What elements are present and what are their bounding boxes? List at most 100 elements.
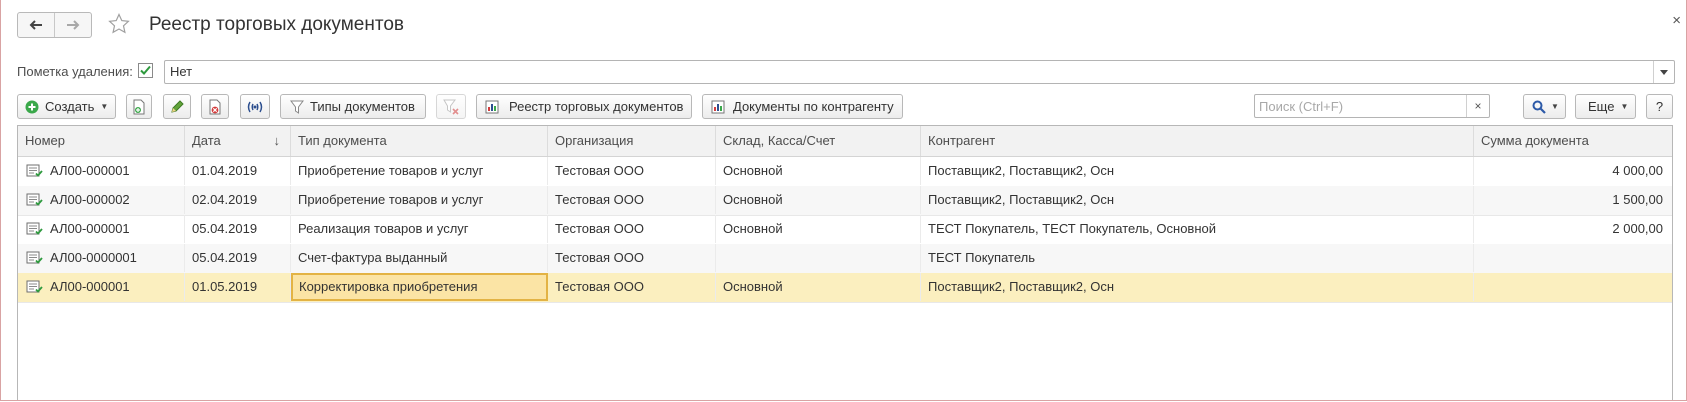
table-row[interactable]: АЛ00-000001 01.05.2019 Корректировка приоб… bbox=[18, 273, 1672, 303]
cell-text: Корректировка приобретения bbox=[299, 279, 478, 294]
by-counterparty-label: Документы по контрагенту bbox=[733, 99, 894, 114]
cell-doc-type: Счет-фактура выданный bbox=[291, 244, 548, 272]
deletion-mark-checkbox[interactable] bbox=[138, 63, 153, 78]
cell-counterparty: Поставщик2, Поставщик2, Осн bbox=[921, 273, 1474, 301]
by-counterparty-report-button[interactable]: Документы по контрагенту bbox=[702, 94, 903, 119]
report-icon bbox=[485, 100, 499, 114]
cell-number: АЛ00-000001 bbox=[18, 157, 185, 185]
close-icon[interactable]: × bbox=[1672, 12, 1681, 29]
cell-date: 01.04.2019 bbox=[185, 157, 291, 185]
search-button[interactable]: ▼ bbox=[1523, 94, 1566, 119]
deletion-mark-label: Пометка удаления: bbox=[17, 64, 133, 79]
clear-filter-icon bbox=[443, 99, 459, 115]
more-button[interactable]: Еще ▼ bbox=[1575, 94, 1636, 119]
pencil-icon bbox=[170, 100, 184, 113]
search-input[interactable] bbox=[1259, 97, 1459, 115]
cell-text: 1 500,00 bbox=[1612, 192, 1663, 207]
cell-counterparty: ТЕСТ Покупатель, ТЕСТ Покупатель, Основн… bbox=[921, 215, 1474, 243]
cell-text: ТЕСТ Покупатель, ТЕСТ Покупатель, Основн… bbox=[928, 221, 1216, 236]
chevron-down-icon: ▼ bbox=[100, 102, 109, 111]
table-row[interactable]: АЛ00-000001 01.04.2019 Приобретение товаро… bbox=[18, 157, 1672, 187]
cell-text: 4 000,00 bbox=[1612, 163, 1663, 178]
post-button[interactable] bbox=[240, 94, 270, 119]
cell-text: Тестовая ООО bbox=[555, 221, 644, 236]
cell-text: АЛ00-000002 bbox=[50, 192, 130, 207]
cell-counterparty: ТЕСТ Покупатель bbox=[921, 244, 1474, 272]
search-field[interactable]: × bbox=[1254, 94, 1490, 118]
favorite-star-icon[interactable] bbox=[107, 12, 131, 36]
document-types-label: Типы документов bbox=[310, 99, 415, 114]
navigation-buttons bbox=[17, 12, 92, 38]
cell-number: АЛ00-000001 bbox=[18, 215, 185, 243]
cell-text: Тестовая ООО bbox=[555, 163, 644, 178]
cell-amount: 1 500,00 bbox=[1474, 186, 1672, 214]
cell-warehouse: Основной bbox=[716, 215, 921, 243]
edit-button[interactable] bbox=[163, 94, 191, 119]
cell-text: Основной bbox=[723, 279, 783, 294]
cell-warehouse bbox=[716, 244, 921, 272]
cell-organization: Тестовая ООО bbox=[548, 186, 716, 214]
cell-date: 05.04.2019 bbox=[185, 244, 291, 272]
search-clear-button[interactable]: × bbox=[1466, 95, 1489, 117]
posted-document-icon bbox=[26, 164, 43, 177]
column-header-date-label: Дата bbox=[192, 133, 221, 148]
cell-warehouse: Основной bbox=[716, 186, 921, 214]
cell-date: 02.04.2019 bbox=[185, 186, 291, 214]
cell-date: 01.05.2019 bbox=[185, 273, 291, 301]
cell-text: АЛ00-000001 bbox=[50, 163, 130, 178]
registry-report-button[interactable]: Реестр торговых документов bbox=[476, 94, 692, 119]
cell-organization: Тестовая ООО bbox=[548, 215, 716, 243]
back-button[interactable] bbox=[18, 13, 54, 37]
cell-text: 2 000,00 bbox=[1612, 221, 1663, 236]
cell-doc-type: Реализация товаров и услуг bbox=[291, 215, 548, 243]
help-button[interactable]: ? bbox=[1646, 94, 1673, 119]
cell-text: Поставщик2, Поставщик2, Осн bbox=[928, 279, 1115, 294]
cell-counterparty: Поставщик2, Поставщик2, Осн bbox=[921, 157, 1474, 185]
page-title: Реестр торговых документов bbox=[149, 14, 404, 35]
more-button-label: Еще bbox=[1588, 99, 1615, 114]
table-row[interactable]: АЛ00-000002 02.04.2019 Приобретение товаро… bbox=[18, 186, 1672, 216]
cell-text: Основной bbox=[723, 221, 783, 236]
cell-text: Поставщик2, Поставщик2, Осн bbox=[928, 192, 1115, 207]
deletion-mark-value: Нет bbox=[170, 64, 193, 79]
cell-text: 01.05.2019 bbox=[192, 279, 258, 294]
cell-text: АЛ00-000001 bbox=[50, 221, 130, 236]
table-row[interactable]: АЛ00-0000001 05.04.2019 Счет-фактура выдан… bbox=[18, 244, 1672, 274]
table-header: Номер Дата ↓ Тип документа Организация С… bbox=[18, 126, 1672, 157]
column-header-counterparty[interactable]: Контрагент bbox=[921, 126, 1474, 156]
cell-doc-type: Приобретение товаров и услуг bbox=[291, 157, 548, 185]
mark-delete-button[interactable] bbox=[201, 94, 229, 119]
column-header-doc-type[interactable]: Тип документа bbox=[291, 126, 548, 156]
column-header-amount[interactable]: Сумма документа bbox=[1474, 126, 1672, 156]
column-header-warehouse[interactable]: Склад, Касса/Счет bbox=[716, 126, 921, 156]
chevron-down-icon: ▼ bbox=[1620, 102, 1629, 111]
cell-text: 05.04.2019 bbox=[192, 221, 258, 236]
copy-button[interactable] bbox=[126, 94, 152, 119]
copy-document-icon bbox=[133, 99, 145, 114]
report-icon bbox=[711, 100, 725, 114]
cell-amount: 4 000,00 bbox=[1474, 157, 1672, 185]
cell-text: 05.04.2019 bbox=[192, 250, 258, 265]
dropdown-button[interactable] bbox=[1653, 61, 1674, 83]
column-header-organization[interactable]: Организация bbox=[548, 126, 716, 156]
cell-number: АЛ00-000002 bbox=[18, 186, 185, 214]
clear-filter-button[interactable] bbox=[436, 94, 466, 119]
column-header-date[interactable]: Дата ↓ bbox=[185, 126, 291, 156]
cell-number: АЛ00-0000001 bbox=[18, 244, 185, 272]
posted-document-icon bbox=[26, 251, 43, 264]
document-types-button[interactable]: Типы документов bbox=[280, 94, 426, 119]
cell-counterparty: Поставщик2, Поставщик2, Осн bbox=[921, 186, 1474, 214]
cell-text: Приобретение товаров и услуг bbox=[298, 163, 484, 178]
cell-amount bbox=[1474, 273, 1672, 301]
cell-amount bbox=[1474, 244, 1672, 272]
cell-warehouse: Основной bbox=[716, 157, 921, 185]
create-button[interactable]: Создать ▼ bbox=[17, 94, 116, 119]
table-row[interactable]: АЛ00-000001 05.04.2019 Реализация товаров … bbox=[18, 215, 1672, 245]
column-header-number[interactable]: Номер bbox=[18, 126, 185, 156]
cell-warehouse: Основной bbox=[716, 273, 921, 301]
cell-text: 01.04.2019 bbox=[192, 163, 258, 178]
cell-text: Поставщик2, Поставщик2, Осн bbox=[928, 163, 1115, 178]
cell-text: Тестовая ООО bbox=[555, 250, 644, 265]
forward-button[interactable] bbox=[54, 13, 91, 37]
deletion-mark-select[interactable]: Нет bbox=[164, 60, 1675, 84]
